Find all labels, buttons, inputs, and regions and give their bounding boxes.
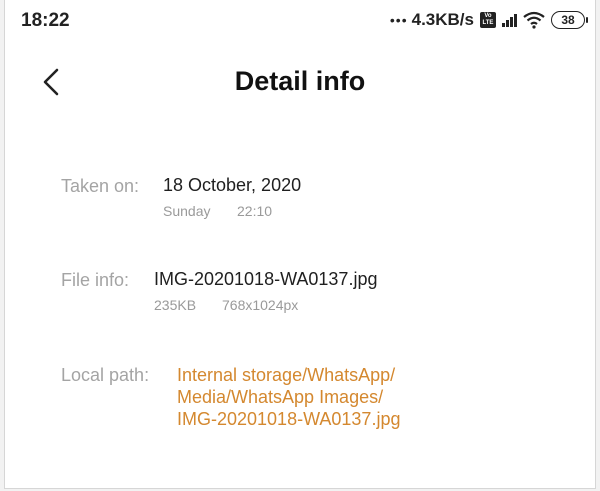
local-path-line-1: Internal storage/WhatsApp/ [177, 365, 396, 385]
local-path-line-3: IMG-20201018-WA0137.jpg [177, 409, 401, 429]
taken-on-time: 22:10 [237, 203, 273, 219]
taken-on-day: Sunday [163, 203, 211, 219]
volte-bottom: LTE [482, 20, 494, 26]
battery-level: 38 [561, 13, 575, 27]
status-time: 18:22 [21, 10, 70, 31]
screen: 18:22 ••• 4.3KB/s Vo LTE 38 Detail info … [4, 0, 596, 489]
volte-top: Vo [484, 13, 492, 19]
local-path-link[interactable]: Internal storage/WhatsApp/ Media/WhatsAp… [177, 364, 400, 430]
wifi-icon [523, 11, 545, 29]
network-speed: 4.3KB/s [411, 10, 474, 29]
page-title: Detail info [234, 66, 366, 96]
file-size: 235KB [154, 297, 197, 313]
volte-icon: Vo LTE [480, 12, 496, 28]
status-bar: 18:22 ••• 4.3KB/s Vo LTE 38 [5, 0, 595, 40]
local-path-line-2: Media/WhatsApp Images/ [177, 387, 384, 407]
local-path-label: Local path: [61, 365, 150, 385]
signal-icon [502, 13, 517, 27]
status-icons: ••• 4.3KB/s Vo LTE 38 [389, 9, 588, 31]
file-resolution: 768x1024px [222, 297, 299, 313]
file-info-label: File info: [61, 270, 130, 290]
battery-icon: 38 [551, 11, 588, 29]
taken-on-label: Taken on: [61, 176, 140, 196]
taken-on-date: 18 October, 2020 [163, 175, 302, 195]
notification-dots: ••• [389, 12, 408, 28]
file-name: IMG-20201018-WA0137.jpg [154, 269, 378, 289]
